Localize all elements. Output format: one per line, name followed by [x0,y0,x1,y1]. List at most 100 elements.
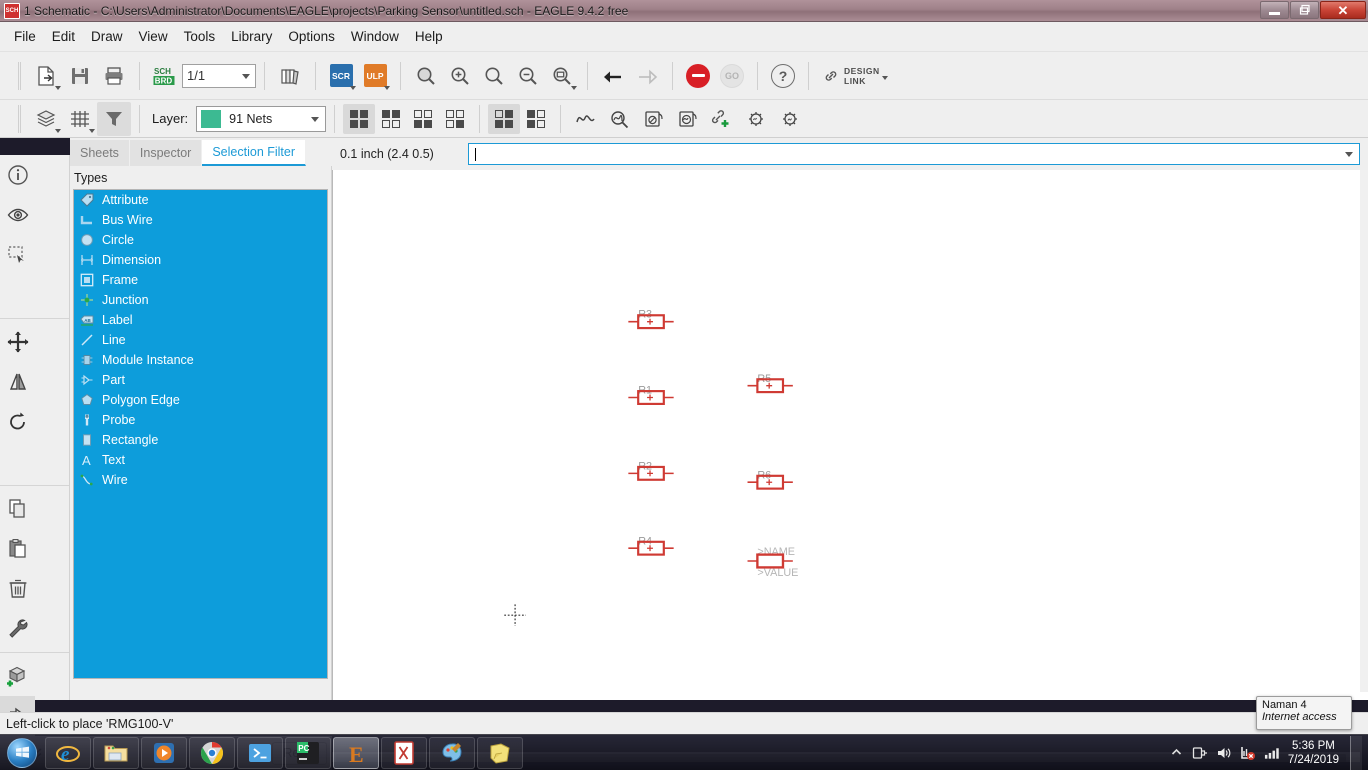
taskbar-file-explorer[interactable] [93,736,139,769]
show-desktop-button[interactable] [1350,735,1362,770]
stop-button[interactable] [681,59,715,93]
schematic-drawing[interactable]: R3 R1 R5 R2 R6 R4 >NAME >VALUE [333,170,1361,692]
menu-draw[interactable]: Draw [83,25,131,48]
menu-view[interactable]: View [131,25,176,48]
power-icon[interactable] [1192,744,1209,761]
paste-tool[interactable] [0,529,35,569]
simulation-probe-button[interactable] [603,102,637,136]
taskbar-eagle[interactable]: E [333,736,379,769]
open-button[interactable] [29,59,63,93]
switch-to-board-button[interactable]: SCH BRD [148,59,182,93]
design-link-button[interactable]: DESIGN LINK [817,66,888,86]
menu-window[interactable]: Window [343,25,407,48]
filter-item-circle[interactable]: Circle [74,230,327,250]
menu-library[interactable]: Library [223,25,280,48]
taskbar-powershell[interactable] [237,736,283,769]
filter-item-label[interactable]: AB Label [74,310,327,330]
minimize-button[interactable] [1260,1,1289,19]
display-top-layers-button[interactable] [375,104,407,134]
volume-icon[interactable] [1216,744,1233,761]
print-button[interactable] [97,59,131,93]
close-button[interactable]: ✕ [1320,1,1366,19]
menu-tools[interactable]: Tools [176,25,224,48]
zoom-fit-button[interactable] [409,59,443,93]
layer-settings-button[interactable] [29,102,63,136]
filter-item-frame[interactable]: Frame [74,270,327,290]
menu-edit[interactable]: Edit [44,25,83,48]
filter-item-polygon-edge[interactable]: Polygon Edge [74,390,327,410]
change-tool[interactable] [0,609,35,649]
signal-strength-icon[interactable] [1264,744,1281,761]
help-button[interactable]: ? [766,59,800,93]
add-link-button[interactable] [705,102,739,136]
multimeter-off-button[interactable] [637,102,671,136]
filter-item-bus-wire[interactable]: Bus Wire [74,210,327,230]
part-r6[interactable]: R6 [747,469,793,490]
start-button[interactable] [0,736,44,770]
schematic-canvas[interactable]: R3 R1 R5 R2 R6 R4 >NAME >VALUE [332,170,1368,700]
taskbar-google-chrome[interactable] [189,736,235,769]
part-r4[interactable]: R4 [628,535,674,556]
add-package-tool[interactable] [0,656,35,696]
layer-selector[interactable]: 91 Nets [196,105,327,132]
display-bottom-layers-button[interactable] [407,104,439,134]
network-icon[interactable] [1240,744,1257,761]
run-script-button[interactable]: SCR [324,59,358,93]
display-mixed-b-button[interactable] [520,104,552,134]
taskbar-internet-explorer[interactable]: e [45,736,91,769]
simulate-button[interactable] [569,102,603,136]
menu-file[interactable]: File [6,25,44,48]
filter-item-part[interactable]: Part [74,370,327,390]
command-input[interactable] [468,143,1360,165]
grid-settings-button[interactable] [63,102,97,136]
rotate-tool[interactable] [0,402,35,442]
filter-item-module-instance[interactable]: Module Instance [74,350,327,370]
display-mixed-a-button[interactable] [488,103,521,134]
chevron-down-icon[interactable] [1345,152,1353,157]
filter-item-wire[interactable]: Wire [74,470,327,490]
part-r3[interactable]: R3 [628,309,674,330]
move-tool[interactable] [0,322,35,362]
tab-inspector[interactable]: Inspector [129,140,203,166]
tab-selection-filter[interactable]: Selection Filter [202,140,307,166]
tab-sheets[interactable]: Sheets [70,140,130,166]
canvas-vertical-scrollbar[interactable] [1360,170,1368,692]
filter-item-text[interactable]: A Text [74,450,327,470]
info-tool[interactable] [0,155,35,195]
copy-tool[interactable] [0,489,35,529]
part-r1[interactable]: R1 [628,385,674,405]
part-r2[interactable]: R2 [628,460,674,481]
display-none-layers-button[interactable] [439,104,471,134]
selection-filter-button[interactable] [97,101,131,136]
simulation-options-button[interactable] [773,102,807,136]
multimeter-on-button[interactable] [671,102,705,136]
filter-item-junction[interactable]: Junction [74,290,327,310]
filter-item-dimension[interactable]: Dimension [74,250,327,270]
show-hidden-icons-button[interactable] [1168,744,1185,761]
zoom-in-button[interactable] [443,59,477,93]
simulation-settings-button[interactable] [739,102,773,136]
undo-button[interactable] [596,59,630,93]
filter-item-rectangle[interactable]: Rectangle [74,430,327,450]
taskbar-excel[interactable] [381,736,427,769]
taskbar-sticky-notes[interactable] [477,736,523,769]
taskbar-media-player[interactable] [141,736,187,769]
run-ulp-button[interactable]: ULP [358,59,392,93]
part-r5[interactable]: R5 [747,373,793,394]
menu-options[interactable]: Options [280,25,343,48]
zoom-redraw-button[interactable] [511,59,545,93]
filter-item-probe[interactable]: Probe [74,410,327,430]
mirror-tool[interactable] [0,362,35,402]
taskbar-pycharm[interactable]: PC [285,736,331,769]
zoom-out-button[interactable] [477,59,511,93]
filter-item-line[interactable]: Line [74,330,327,350]
types-list[interactable]: Attribute Bus Wire Circle Dimension Fram… [73,189,328,679]
filter-item-attribute[interactable]: Attribute [74,190,327,210]
library-manager-button[interactable] [273,59,307,93]
sheet-selector[interactable]: 1/1 [182,63,256,88]
taskbar-clock[interactable]: 5:36 PM 7/24/2019 [1288,739,1339,767]
taskbar-paint[interactable] [429,736,475,769]
show-tool[interactable] [0,195,35,235]
restore-button[interactable] [1290,1,1319,19]
save-button[interactable] [63,59,97,93]
